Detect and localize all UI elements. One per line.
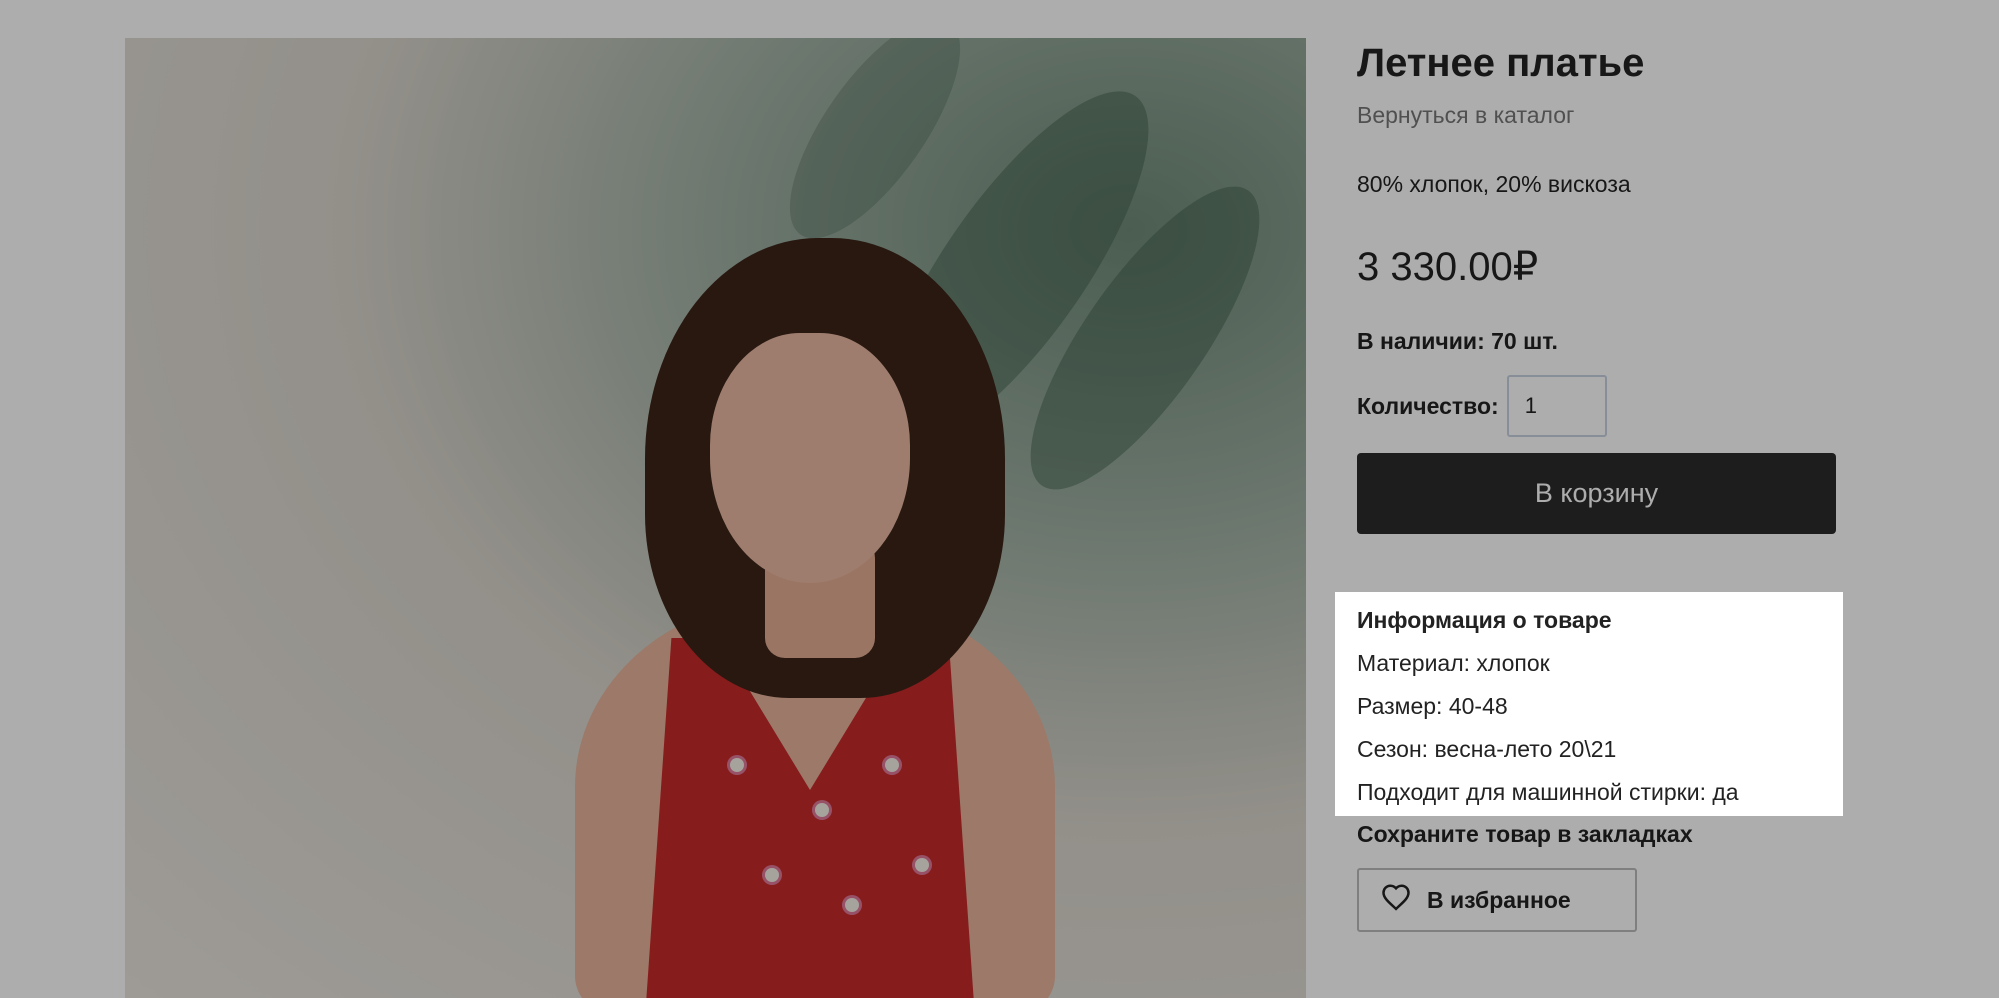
info-size: Размер: 40-48: [1357, 693, 1508, 719]
bookmarks-title: Сохраните товар в закладках: [1357, 821, 1693, 847]
back-to-catalog-link[interactable]: Вернуться в каталог: [1357, 102, 1837, 129]
dress-flower: [915, 858, 929, 872]
quantity-input[interactable]: [1506, 375, 1607, 437]
info-season: Сезон: весна-лето 20\21: [1357, 736, 1617, 762]
heart-icon: [1381, 883, 1411, 917]
info-washing: Подходит для машинной стирки: да: [1357, 779, 1739, 805]
product-info-title: Информация о товаре: [1357, 607, 1612, 633]
product-price: 3 330.00₽: [1357, 245, 1539, 289]
quantity-label: Количество:: [1357, 392, 1499, 419]
info-material: Материал: хлопок: [1357, 650, 1550, 676]
dress-flower: [815, 803, 829, 817]
product-photo: [125, 38, 1306, 998]
model-face: [710, 333, 910, 583]
product-details: Летнее платье Вернуться в каталог 80% хл…: [1357, 38, 1837, 534]
dress-flower: [730, 758, 744, 772]
add-to-cart-button[interactable]: В корзину: [1357, 453, 1836, 534]
product-info-box: Информация о товаре Материал: хлопок Раз…: [1335, 592, 1843, 816]
favorites-label: В избранное: [1427, 886, 1571, 913]
dress-flower: [885, 758, 899, 772]
dress-flower: [765, 868, 779, 882]
stock-status: В наличии: 70 шт.: [1357, 328, 1558, 354]
product-composition: 80% хлопок, 20% вискоза: [1357, 171, 1631, 197]
dress-flower: [845, 898, 859, 912]
product-title: Летнее платье: [1357, 41, 1645, 85]
add-to-favorites-button[interactable]: В избранное: [1357, 868, 1637, 932]
quantity-row: Количество:: [1357, 375, 1837, 437]
